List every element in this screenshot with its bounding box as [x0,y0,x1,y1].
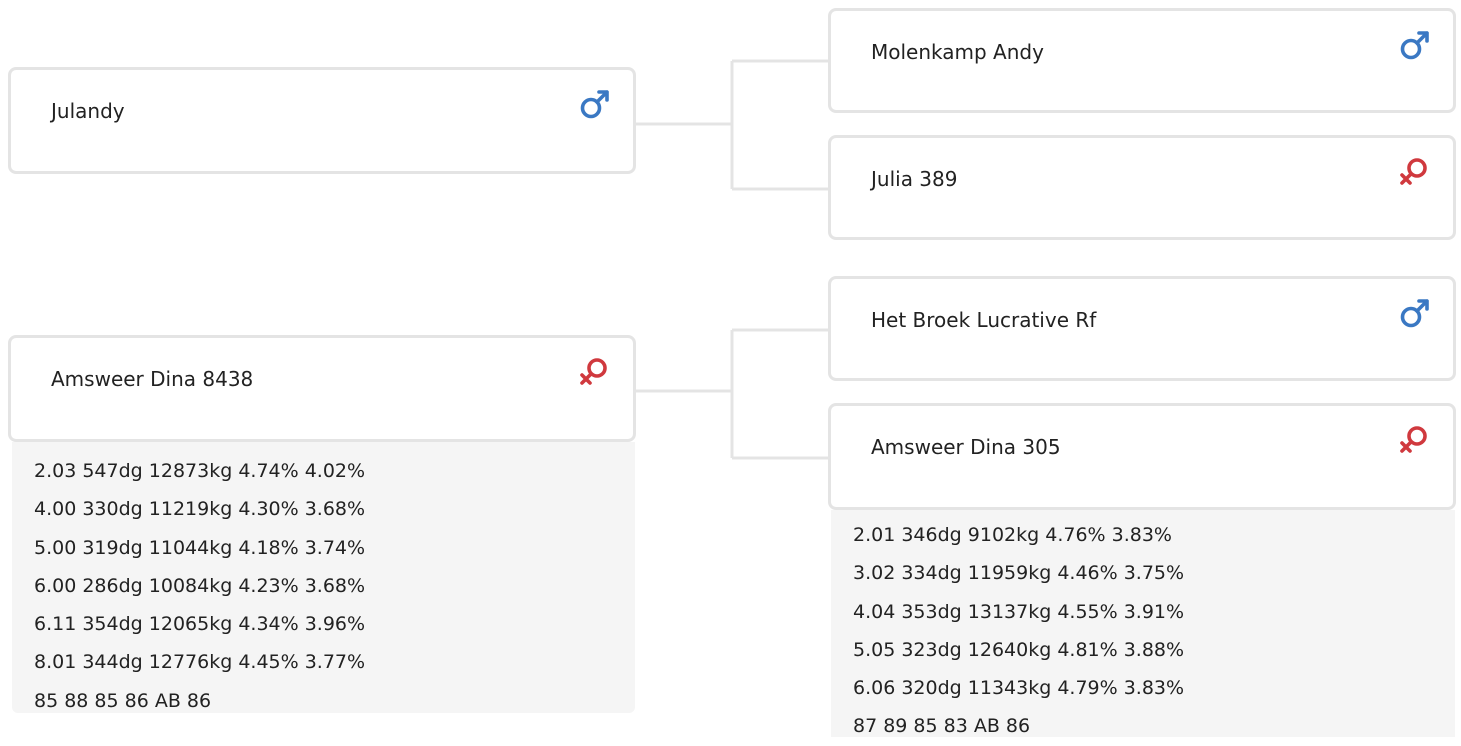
female-symbol-icon [1400,426,1427,453]
production-stats-amsweer-dina-8438: 2.03 547dg 12873kg 4.74% 4.02% 4.00 330d… [12,442,635,713]
stats-line: 3.02 334dg 11959kg 4.46% 3.75% [853,562,1185,585]
stats-scores-line: 87 89 85 83 AB 86 [853,715,1031,738]
stats-line: 6.11 354dg 12065kg 4.34% 3.96% [34,613,366,636]
animal-name: Amsweer Dina 8438 [51,367,254,391]
pedigree-card-molenkamp-andy[interactable]: Molenkamp Andy [828,8,1456,113]
animal-name: Het Broek Lucrative Rf [871,308,1097,332]
male-symbol-icon [1400,31,1429,60]
female-symbol-icon [1400,158,1427,185]
connector-julandy [636,59,830,191]
stats-line: 2.01 346dg 9102kg 4.76% 3.83% [853,524,1172,546]
female-symbol-icon [580,358,607,385]
stats-line: 6.06 320dg 11343kg 4.79% 3.83% [853,677,1185,700]
animal-name: Julia 389 [871,167,958,191]
pedigree-card-amsweer-dina-8438[interactable]: Amsweer Dina 8438 [8,335,636,442]
stats-line: 8.01 344dg 12776kg 4.45% 3.77% [34,651,366,674]
stats-line: 6.00 286dg 10084kg 4.23% 3.68% [34,574,366,597]
animal-name: Julandy [51,99,125,123]
stats-line: 4.00 330dg 11219kg 4.30% 3.68% [34,498,366,521]
animal-name: Molenkamp Andy [871,40,1044,64]
stats-line: 2.03 547dg 12873kg 4.74% 4.02% [34,460,366,482]
stats-line: 4.04 353dg 13137kg 4.55% 3.91% [853,600,1185,623]
pedigree-card-het-broek-lucrative-rf[interactable]: Het Broek Lucrative Rf [828,276,1456,381]
stats-line: 5.05 323dg 12640kg 4.81% 3.88% [853,638,1185,661]
animal-name: Amsweer Dina 305 [871,435,1061,459]
stats-scores-line: 85 88 85 86 AB 86 [34,689,212,712]
stats-line: 5.00 319dg 11044kg 4.18% 3.74% [34,536,366,559]
production-stats-amsweer-dina-305: 2.01 346dg 9102kg 4.76% 3.83% 3.02 334dg… [831,510,1455,737]
pedigree-card-julia-389[interactable]: Julia 389 [828,135,1456,240]
connector-amsweer-dina-8438 [636,328,830,460]
male-symbol-icon [580,90,609,119]
pedigree-card-julandy[interactable]: Julandy [8,67,636,174]
pedigree-card-amsweer-dina-305[interactable]: Amsweer Dina 305 [828,403,1456,510]
male-symbol-icon [1400,299,1429,328]
